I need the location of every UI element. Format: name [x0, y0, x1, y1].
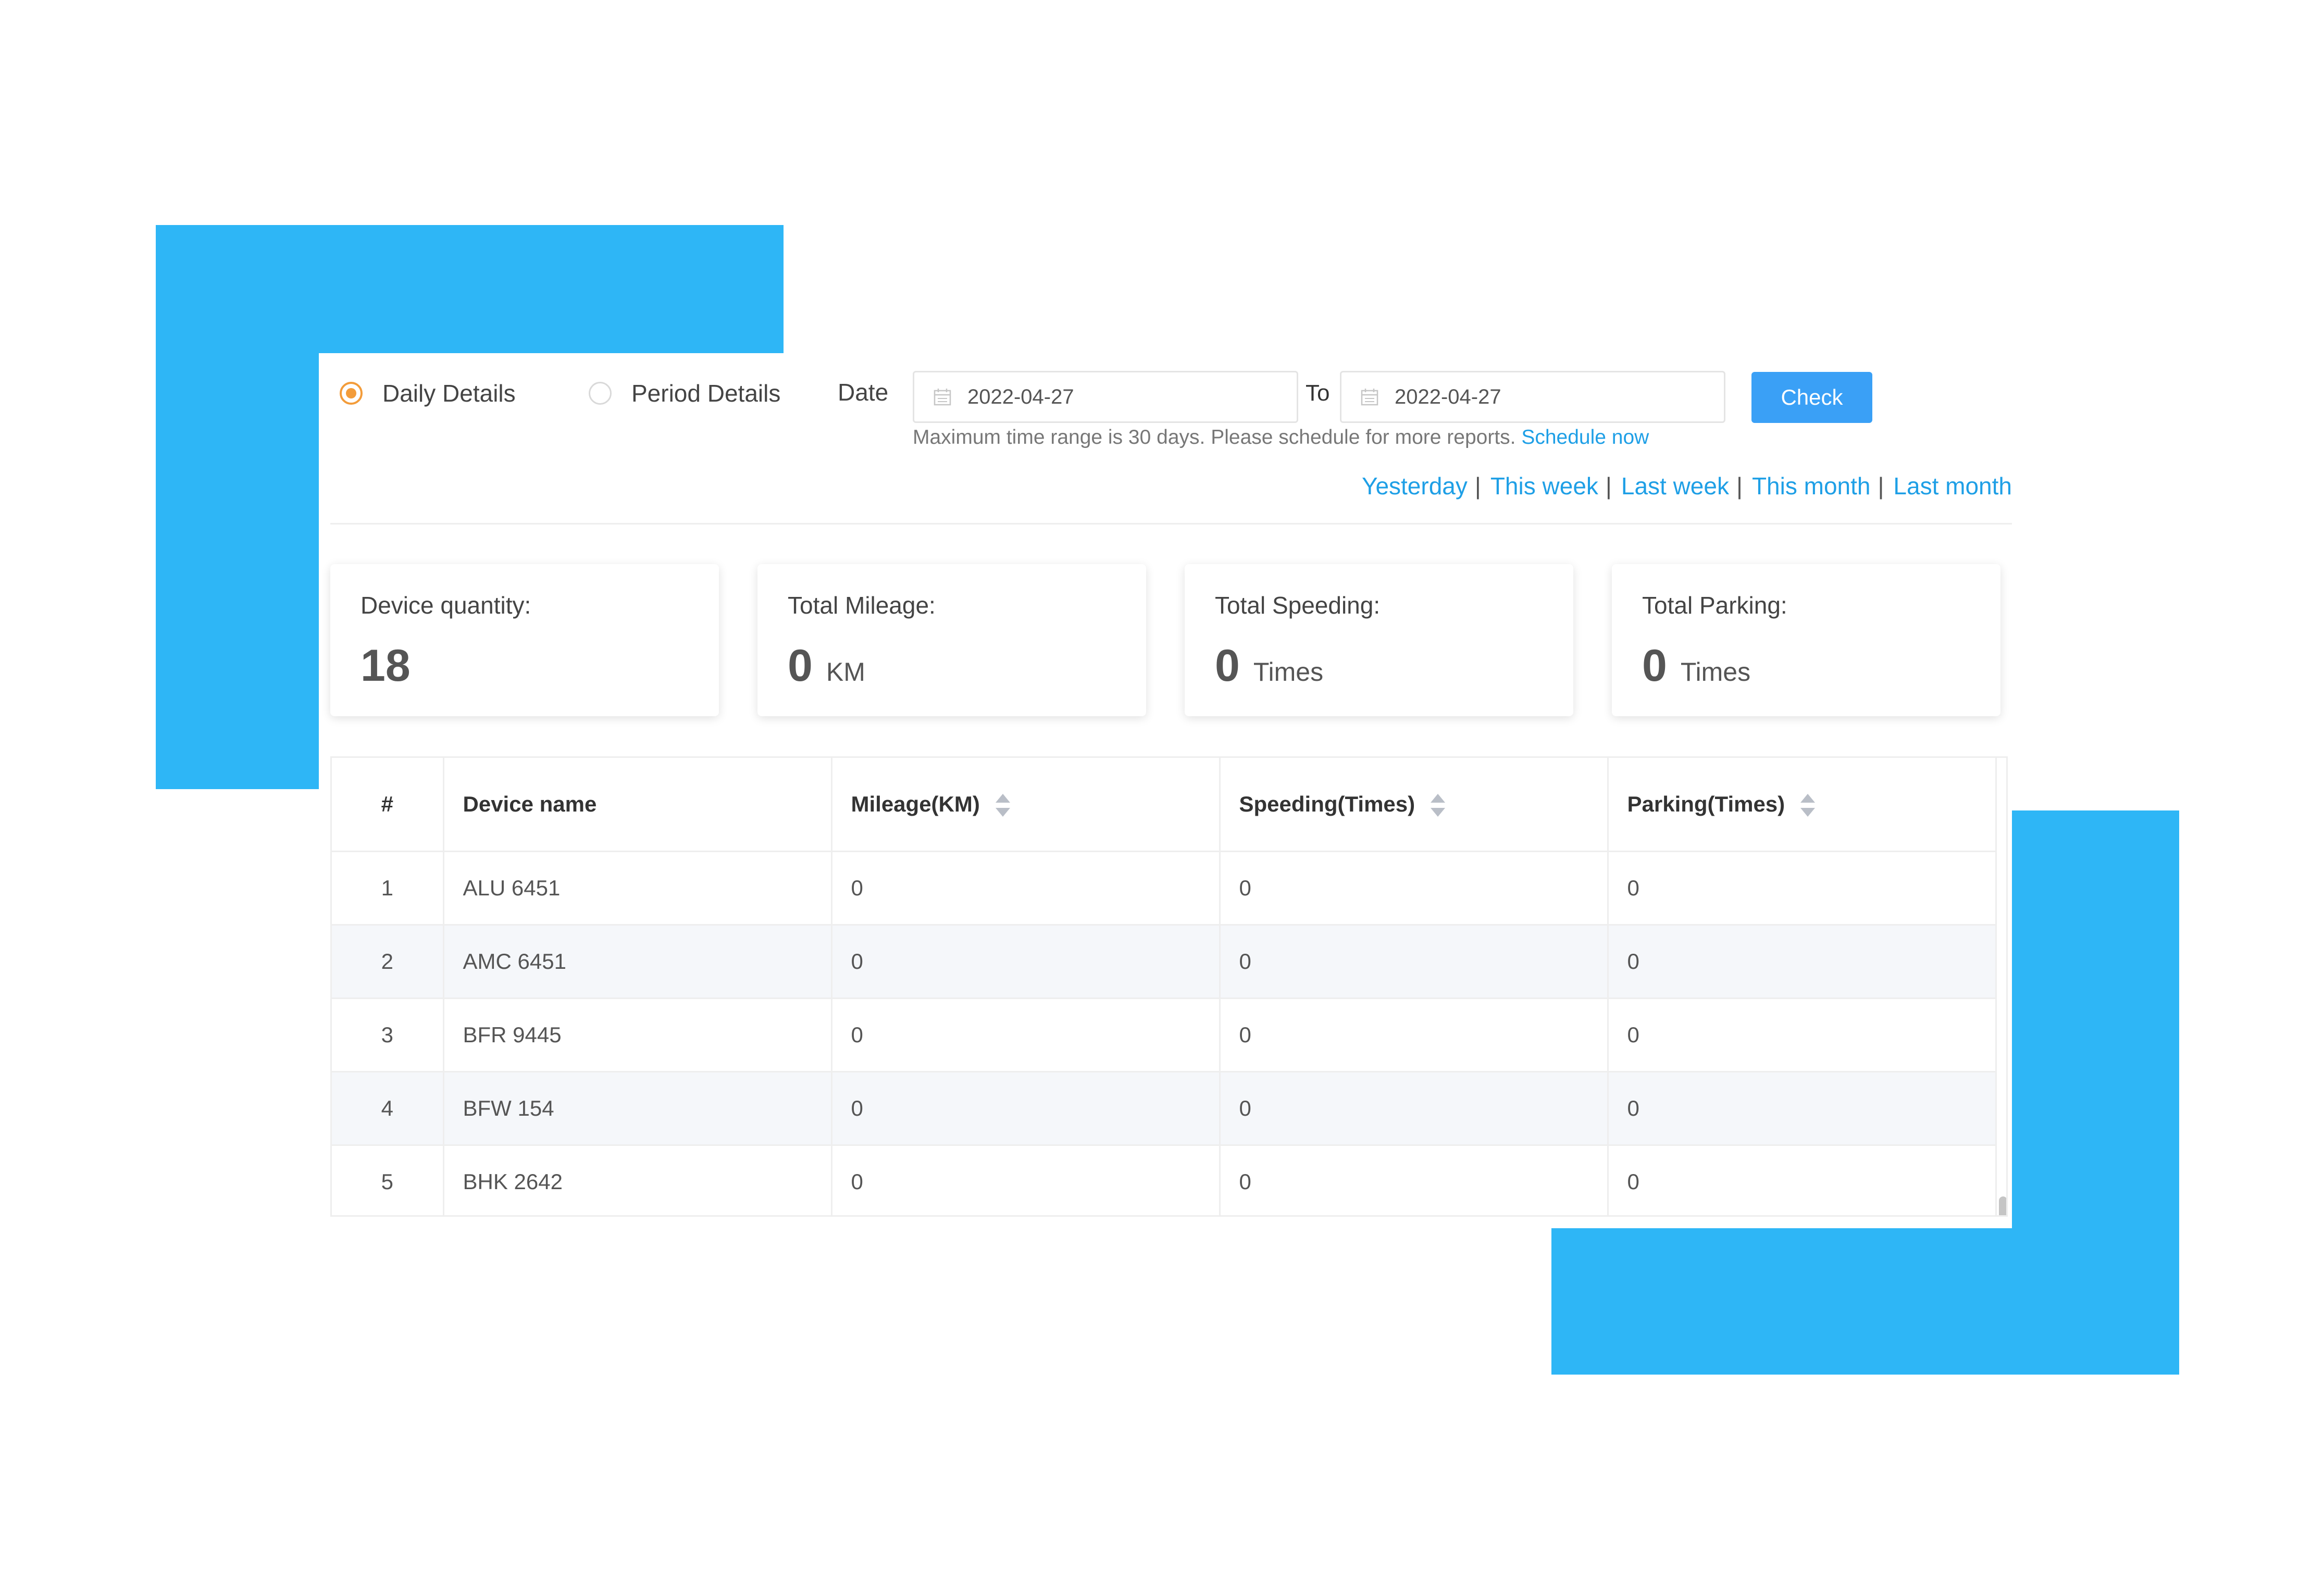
sort-icon[interactable] [1431, 794, 1446, 817]
radio-selected-indicator [340, 382, 363, 405]
card-value-row: 0 Times [1642, 640, 2000, 692]
sort-icon[interactable] [1800, 794, 1816, 817]
quick-yesterday[interactable]: Yesterday [1362, 472, 1468, 500]
speeding-cell: 0 [1220, 1071, 1609, 1146]
column-header-label: Mileage(KM) [851, 791, 980, 816]
quick-this-month[interactable]: This month [1752, 472, 1871, 500]
column-header-mileage[interactable]: Mileage(KM) [831, 758, 1221, 852]
calendar-icon [1361, 389, 1378, 406]
parking-cell: 0 [1608, 925, 1997, 999]
date-label: Date [838, 379, 889, 406]
device-name-cell: ALU 6451 [443, 851, 832, 926]
card-value-row: 0 KM [788, 640, 1146, 692]
column-header-index: # [332, 758, 444, 852]
card-value-row: 0 Times [1215, 640, 1573, 692]
radio-unselected-indicator [589, 382, 612, 405]
parking-cell: 0 [1608, 1145, 1997, 1215]
table-row: 1 ALU 6451 0 0 0 [332, 851, 1997, 926]
report-table: # Device name Mileage(KM) Speeding(Times… [330, 756, 2008, 1217]
table-scrollbar[interactable] [1999, 1196, 2006, 1215]
speeding-cell: 0 [1220, 925, 1609, 999]
mileage-cell: 0 [831, 925, 1221, 999]
parking-cell: 0 [1608, 1071, 1997, 1146]
quick-last-week[interactable]: Last week [1621, 472, 1729, 500]
radio-period-label: Period Details [631, 380, 781, 407]
device-quantity-value: 18 [361, 641, 411, 691]
device-name-cell: BFR 9445 [443, 998, 832, 1072]
total-speeding-card: Total Speeding: 0 Times [1185, 564, 1573, 716]
speeding-cell: 0 [1220, 1145, 1609, 1215]
separator: | [1878, 472, 1884, 500]
calendar-icon [934, 389, 951, 406]
column-header-parking[interactable]: Parking(Times) [1608, 758, 1997, 852]
to-label: To [1306, 380, 1330, 406]
card-label: Total Parking: [1642, 592, 1787, 619]
radio-period-details[interactable]: Period Details [589, 379, 780, 407]
date-from-value: 2022-04-27 [967, 385, 1074, 408]
sort-icon[interactable] [995, 794, 1010, 817]
total-mileage-value: 0 [788, 641, 813, 691]
row-index: 1 [332, 851, 444, 926]
parking-cell: 0 [1608, 998, 1997, 1072]
date-to-value: 2022-04-27 [1395, 385, 1501, 408]
total-parking-value: 0 [1642, 641, 1667, 691]
mileage-cell: 0 [831, 851, 1221, 926]
radio-daily-details[interactable]: Daily Details [340, 379, 516, 407]
mileage-cell: 0 [831, 1145, 1221, 1215]
mileage-cell: 0 [831, 998, 1221, 1072]
card-label: Device quantity: [361, 592, 531, 619]
row-index: 2 [332, 925, 444, 999]
quick-this-week[interactable]: This week [1490, 472, 1598, 500]
table-header-row: # Device name Mileage(KM) Speeding(Times… [332, 758, 1997, 852]
speeding-unit: Times [1253, 657, 1324, 687]
table-row: 5 BHK 2642 0 0 0 [332, 1145, 1997, 1215]
device-name-cell: AMC 6451 [443, 925, 832, 999]
table-row: 4 BFW 154 0 0 0 [332, 1071, 1997, 1146]
device-name-cell: BHK 2642 [443, 1145, 832, 1215]
mileage-cell: 0 [831, 1071, 1221, 1146]
card-value-row: 18 [361, 640, 719, 692]
device-quantity-card: Device quantity: 18 [330, 564, 719, 716]
radio-daily-label: Daily Details [382, 380, 516, 407]
separator: | [1736, 472, 1743, 500]
divider [330, 523, 2012, 525]
row-index: 5 [332, 1145, 444, 1215]
table-row: 3 BFR 9445 0 0 0 [332, 998, 1997, 1072]
table-row: 2 AMC 6451 0 0 0 [332, 925, 1997, 999]
device-name-cell: BFW 154 [443, 1071, 832, 1146]
card-label: Total Mileage: [788, 592, 936, 619]
column-header-speeding[interactable]: Speeding(Times) [1220, 758, 1609, 852]
row-index: 3 [332, 998, 444, 1072]
total-mileage-card: Total Mileage: 0 KM [757, 564, 1146, 716]
column-header-label: Parking(Times) [1627, 791, 1785, 816]
column-header-label: Speeding(Times) [1239, 791, 1415, 816]
date-from-input[interactable]: 2022-04-27 [913, 371, 1298, 423]
separator: | [1474, 472, 1481, 500]
quick-last-month[interactable]: Last month [1893, 472, 2012, 500]
card-label: Total Speeding: [1215, 592, 1381, 619]
quick-range-links: Yesterday | This week | Last week | This month… [1362, 472, 2012, 500]
hint-text: Maximum time range is 30 days. Please sc… [913, 426, 1516, 448]
separator: | [1605, 472, 1612, 500]
time-range-hint: Maximum time range is 30 days. Please sc… [913, 426, 1649, 449]
check-button[interactable]: Check [1751, 372, 1872, 423]
total-speeding-value: 0 [1215, 641, 1240, 691]
parking-cell: 0 [1608, 851, 1997, 926]
report-panel: Daily Details Period Details Date 2022-0… [319, 353, 2012, 1228]
date-to-input[interactable]: 2022-04-27 [1340, 371, 1725, 423]
speeding-cell: 0 [1220, 851, 1609, 926]
schedule-now-link[interactable]: Schedule now [1521, 426, 1649, 448]
speeding-cell: 0 [1220, 998, 1609, 1072]
mileage-unit: KM [826, 657, 865, 687]
total-parking-card: Total Parking: 0 Times [1612, 564, 2000, 716]
column-header-device-name: Device name [443, 758, 832, 852]
parking-unit: Times [1680, 657, 1751, 687]
row-index: 4 [332, 1071, 444, 1146]
